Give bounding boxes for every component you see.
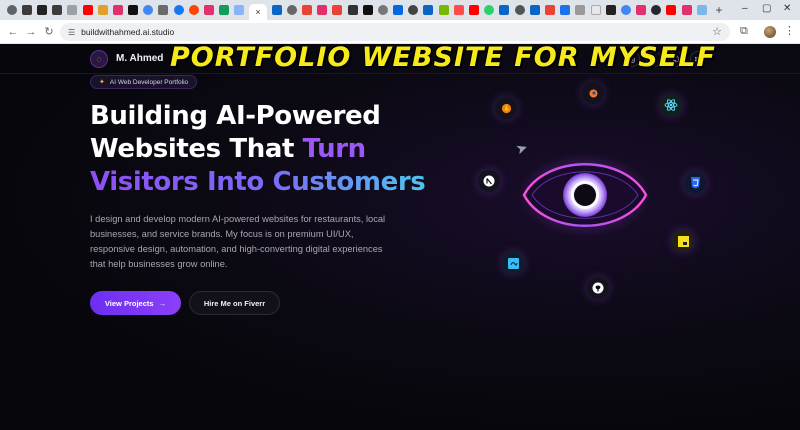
hire-me-button[interactable]: Hire Me on Fiverr [189, 291, 280, 315]
address-bar-row: ← → ↻ ☰ buildwithahmed.ai.studio ☆ ⧉ ⋮ [0, 20, 800, 44]
tab-favicon[interactable] [271, 5, 282, 15]
url-field[interactable]: ☰ buildwithahmed.ai.studio ☆ [60, 23, 730, 41]
nextjs-icon [478, 170, 500, 192]
tab-favicon[interactable] [332, 5, 343, 15]
tab-favicon[interactable] [67, 5, 78, 15]
tab-favicon[interactable] [484, 5, 495, 15]
menu-kebab-icon[interactable]: ⋮ [784, 24, 795, 37]
role-badge: ✦ AI Web Developer Portfolio [90, 75, 198, 89]
view-projects-label: View Projects [104, 298, 154, 308]
tab-favicon[interactable] [173, 5, 184, 15]
minimize-icon[interactable]: – [742, 3, 748, 14]
url-text[interactable]: buildwithahmed.ai.studio [81, 27, 174, 37]
tab-favicon[interactable] [158, 5, 169, 15]
tailwind-icon [502, 252, 524, 274]
tab-favicon[interactable] [204, 5, 215, 15]
headline-line-2: Websites That Turn [90, 133, 425, 166]
tab-favicon[interactable] [651, 5, 662, 15]
hero-description: I design and develop modern AI-powered w… [90, 214, 386, 269]
tab-favicon[interactable] [377, 5, 388, 15]
tab-favicon[interactable] [499, 5, 510, 15]
tab-favicon[interactable] [423, 5, 434, 15]
window-close-icon[interactable]: ✕ [783, 3, 791, 14]
active-tab[interactable]: × [249, 4, 267, 20]
tab-favicon[interactable] [696, 5, 707, 15]
avatar[interactable] [764, 26, 776, 38]
tab-favicon[interactable] [112, 5, 123, 15]
sparkle-icon: ✦ [99, 79, 105, 86]
tab-favicon[interactable] [6, 5, 17, 15]
page-viewport: ◌ M. Ahmed ◎ f ✆ ✉ PORTFOLIO WEBSITE FOR… [0, 44, 800, 430]
tab-favicon[interactable] [82, 5, 93, 15]
tab-favicon[interactable] [438, 5, 449, 15]
headline-accent-word: Turn [302, 134, 367, 164]
firebase-icon [495, 97, 517, 119]
tab-favicon[interactable] [97, 5, 108, 15]
view-projects-button[interactable]: View Projects → [90, 291, 181, 315]
site-info-icon[interactable]: ☰ [68, 28, 75, 37]
video-overlay-title: PORTFOLIO WEBSITE FOR MYSELF [170, 44, 716, 73]
tab-favicon[interactable] [188, 5, 199, 15]
headline-line-2-text: Websites That [90, 134, 294, 164]
tab-favicon[interactable] [575, 5, 586, 15]
blender-icon [582, 82, 604, 104]
close-icon[interactable]: × [255, 7, 260, 17]
tab-favicon[interactable] [590, 5, 601, 15]
github-icon [587, 277, 609, 299]
tab-favicon[interactable] [620, 5, 631, 15]
tab-favicon[interactable] [143, 5, 154, 15]
tab-favicon[interactable] [36, 5, 47, 15]
tab-favicon[interactable] [21, 5, 32, 15]
bookmark-star-icon[interactable]: ☆ [712, 25, 722, 38]
react-icon [660, 94, 682, 116]
back-arrow-icon[interactable]: ← [4, 26, 22, 38]
forward-arrow-icon[interactable]: → [22, 26, 40, 38]
tab-favicon[interactable] [234, 5, 245, 15]
tab-favicon[interactable] [514, 5, 525, 15]
tab-favicon[interactable] [219, 5, 230, 15]
reload-icon[interactable]: ↻ [40, 25, 58, 38]
tab-favicon[interactable] [347, 5, 358, 15]
arrow-right-icon: → [158, 298, 167, 308]
tab-favicon[interactable] [453, 5, 464, 15]
javascript-icon [672, 230, 694, 252]
tab-favicon[interactable] [301, 5, 312, 15]
tab-favicon[interactable] [636, 5, 647, 15]
css3-icon [684, 172, 706, 194]
brand-logo-icon[interactable]: ◌ [90, 50, 108, 68]
tab-favicon[interactable] [362, 5, 373, 15]
tab-favicon[interactable] [544, 5, 555, 15]
tab-favicon[interactable] [408, 5, 419, 15]
tab-favicon[interactable] [52, 5, 63, 15]
tab-favicon[interactable] [128, 5, 139, 15]
tab-favicon[interactable] [469, 5, 480, 15]
new-tab-button[interactable]: + [715, 3, 722, 17]
headline-line-1: Building AI-Powered [90, 101, 381, 131]
tab-favicon[interactable] [681, 5, 692, 15]
tab-favicon[interactable] [393, 5, 404, 15]
hero-headline: Building AI-Powered Websites That Turn V… [90, 100, 426, 199]
hire-me-label: Hire Me on Fiverr [203, 298, 266, 308]
tab-favicon[interactable] [317, 5, 328, 15]
brand-name[interactable]: M. Ahmed [116, 53, 163, 64]
tab-favicon[interactable] [560, 5, 571, 15]
headline-line-3: Visitors Into Customers [90, 167, 426, 197]
browser-tab-strip: × + – ▢ ✕ [0, 0, 800, 20]
tab-favicon[interactable] [605, 5, 616, 15]
tab-favicon[interactable] [529, 5, 540, 15]
tab-favicon[interactable] [666, 5, 677, 15]
role-badge-label: AI Web Developer Portfolio [109, 78, 189, 86]
extensions-icon[interactable]: ⧉ [740, 25, 748, 38]
glowing-eye-illustration [518, 152, 652, 238]
maximize-icon[interactable]: ▢ [762, 3, 771, 14]
tab-favicon[interactable] [286, 5, 297, 15]
